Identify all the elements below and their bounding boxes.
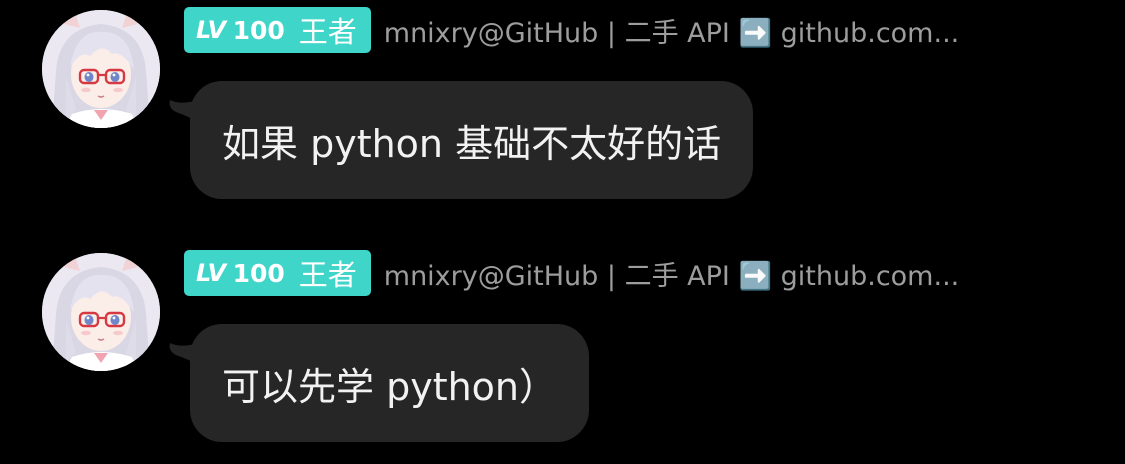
message-bubble[interactable]: 可以先学 python）: [190, 324, 590, 442]
chat-message: LV 100 王者 mnixry@GitHub | 二手 API ➡️ gith…: [0, 0, 1125, 200]
level-number: 100: [232, 258, 285, 288]
sender-avatar[interactable]: [42, 253, 160, 371]
level-prefix: LV: [196, 259, 226, 287]
level-badge[interactable]: LV 100 王者: [184, 7, 371, 53]
level-title: 王者: [298, 15, 357, 49]
anime-girl-with-glasses-avatar-icon: [42, 253, 160, 371]
message-bubble[interactable]: 如果 python 基础不太好的话: [190, 81, 754, 199]
sender-name[interactable]: mnixry@GitHub | 二手 API ➡️ github.com...: [384, 11, 1064, 50]
message-text: 可以先学 python）: [222, 364, 558, 409]
sender-avatar[interactable]: [42, 10, 160, 128]
anime-girl-with-glasses-avatar-icon: [42, 10, 160, 128]
message-header: LV 100 王者 mnixry@GitHub | 二手 API ➡️ gith…: [184, 250, 1064, 296]
level-number: 100: [232, 15, 285, 45]
level-badge[interactable]: LV 100 王者: [184, 250, 371, 296]
chat-message: LV 100 王者 mnixry@GitHub | 二手 API ➡️ gith…: [0, 243, 1125, 443]
level-title: 王者: [298, 258, 357, 292]
message-text: 如果 python 基础不太好的话: [222, 121, 722, 166]
message-header: LV 100 王者 mnixry@GitHub | 二手 API ➡️ gith…: [184, 7, 1064, 53]
level-prefix: LV: [196, 16, 226, 44]
sender-name[interactable]: mnixry@GitHub | 二手 API ➡️ github.com...: [384, 254, 1064, 293]
